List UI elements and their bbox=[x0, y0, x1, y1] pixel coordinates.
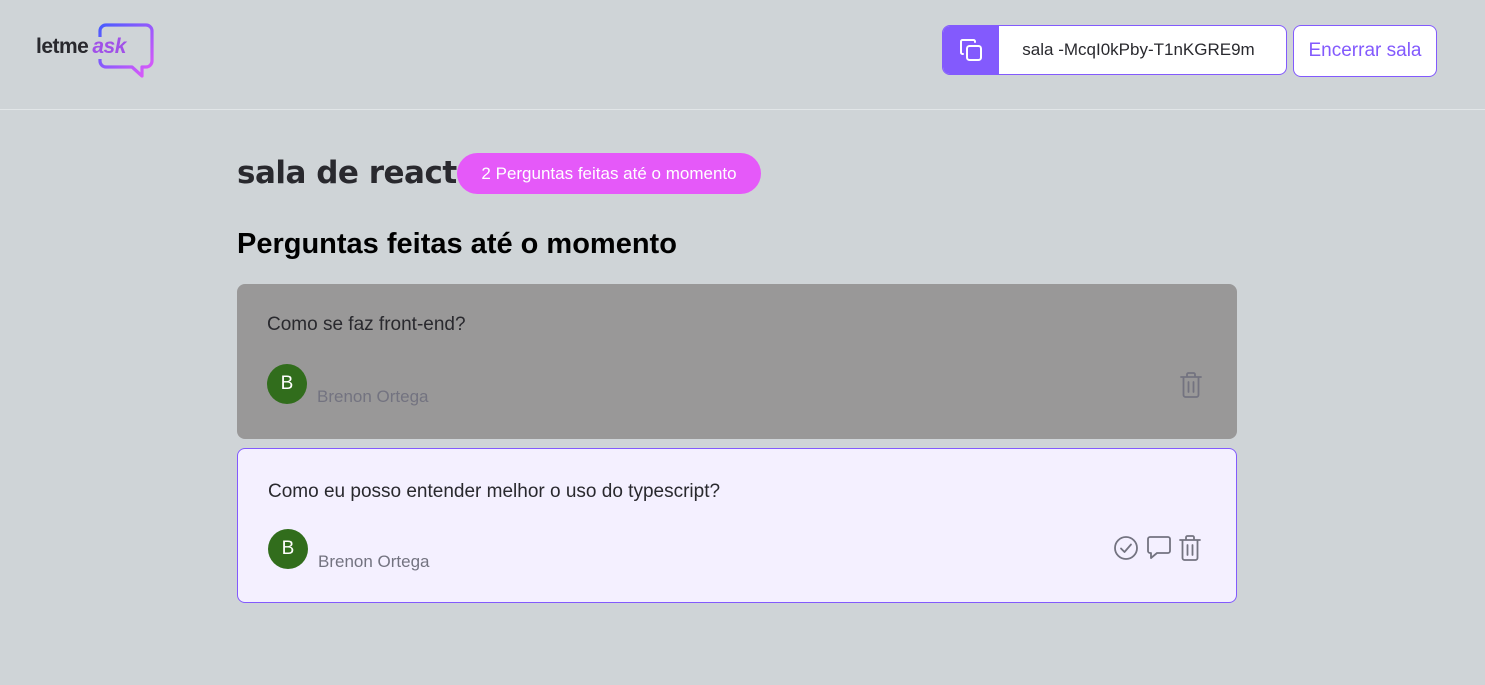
mark-answered-button[interactable] bbox=[1112, 533, 1140, 563]
delete-question-button[interactable] bbox=[1176, 533, 1204, 563]
trash-icon bbox=[1179, 535, 1201, 561]
room-code-copy-button[interactable]: sala -McqI0kPby-T1nKGRE9m bbox=[942, 25, 1287, 75]
logo-text-ask: ask bbox=[92, 35, 126, 58]
avatar: B bbox=[267, 364, 307, 404]
question-content: Como eu posso entender melhor o uso do t… bbox=[268, 481, 721, 502]
avatar: B bbox=[268, 529, 308, 569]
question-card: Como eu posso entender melhor o uso do t… bbox=[237, 448, 1237, 603]
logo-text-letme: letme bbox=[36, 35, 89, 58]
room-title: sala de react bbox=[237, 155, 457, 191]
section-title: Perguntas feitas até o momento bbox=[237, 228, 677, 260]
question-count-badge: 2 Perguntas feitas até o momento bbox=[457, 153, 761, 194]
question-actions bbox=[1177, 370, 1205, 400]
end-room-button[interactable]: Encerrar sala bbox=[1293, 25, 1437, 77]
question-actions bbox=[1112, 533, 1204, 563]
check-circle-icon bbox=[1114, 536, 1138, 560]
logo-text: letme ask bbox=[36, 35, 126, 59]
trash-icon bbox=[1180, 372, 1202, 398]
delete-question-button[interactable] bbox=[1177, 370, 1205, 400]
chat-bubble-icon bbox=[1147, 536, 1171, 559]
author-name: Brenon Ortega bbox=[318, 552, 430, 571]
letmeask-logo[interactable]: letme ask bbox=[36, 23, 158, 81]
question-content: Como se faz front-end? bbox=[267, 314, 466, 335]
highlight-question-button[interactable] bbox=[1144, 533, 1172, 563]
app-header: letme ask sala -McqI0kPby-T1nKGRE9m Encer… bbox=[0, 0, 1485, 110]
room-code-text: sala -McqI0kPby-T1nKGRE9m bbox=[1022, 40, 1255, 59]
question-card: Como se faz front-end? B Brenon Ortega bbox=[237, 284, 1237, 439]
author-name: Brenon Ortega bbox=[317, 387, 429, 406]
copy-icon bbox=[960, 39, 982, 61]
copy-icon-container bbox=[943, 26, 999, 74]
